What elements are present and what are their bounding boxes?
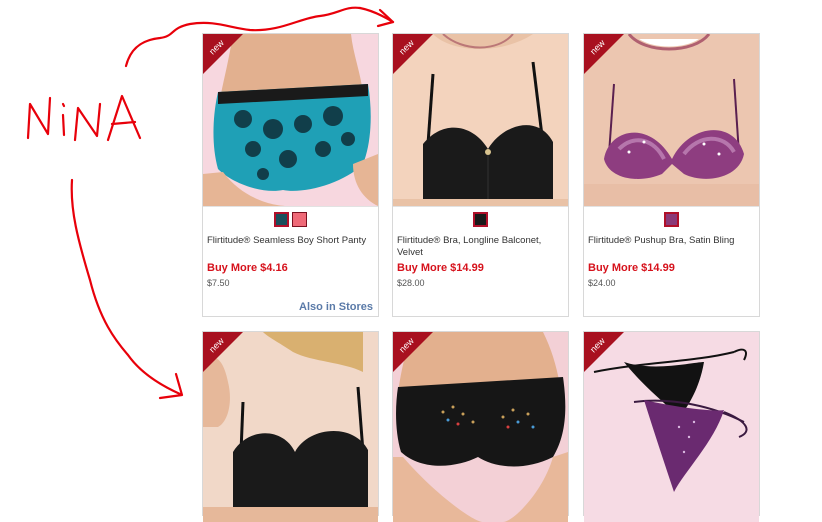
product-image-hipster-row2[interactable]: new — [393, 332, 568, 522]
product-card-boy-short[interactable]: new Flirtitude® Seamless Boy Short Panty… — [202, 33, 379, 317]
product-card-hipster-row2[interactable]: new — [392, 331, 569, 522]
new-badge: new — [584, 34, 624, 74]
sale-price: Buy More $14.99 — [397, 262, 484, 274]
product-image-bra-row2[interactable]: new — [203, 332, 378, 522]
product-title[interactable]: Flirtitude® Bra, Longline Balconet, Velv… — [393, 227, 568, 259]
color-swatches — [393, 207, 568, 227]
swatch-teal[interactable] — [274, 212, 289, 227]
swatch-black[interactable] — [473, 212, 488, 227]
product-card-pushup-bra[interactable]: new Flirtitude® Pushup Bra, Satin Bling … — [583, 33, 760, 317]
original-price: $28.00 — [397, 278, 425, 288]
original-price: $7.50 — [207, 278, 230, 288]
product-image-thong-row2[interactable]: new — [584, 332, 759, 522]
new-badge: new — [584, 332, 624, 372]
product-image-longline-bra[interactable]: new — [393, 34, 568, 207]
swatch-purple[interactable] — [664, 212, 679, 227]
original-price: $24.00 — [588, 278, 616, 288]
product-card-longline-bra[interactable]: new Flirtitude® Bra, Longline Balconet, … — [392, 33, 569, 317]
product-title[interactable]: Flirtitude® Pushup Bra, Satin Bling — [584, 227, 759, 259]
new-badge: new — [203, 34, 243, 74]
product-image-boy-short[interactable]: new — [203, 34, 378, 207]
sale-price: Buy More $4.16 — [207, 262, 288, 274]
also-in-stores-link[interactable]: Also in Stores — [299, 301, 373, 313]
new-badge: new — [203, 332, 243, 372]
product-card-thong-row2[interactable]: new — [583, 331, 760, 522]
color-swatches — [203, 207, 378, 227]
new-badge: new — [393, 34, 433, 74]
product-card-bra-row2[interactable]: new — [202, 331, 379, 522]
new-badge: new — [393, 332, 433, 372]
product-image-pushup-bra[interactable]: new — [584, 34, 759, 207]
product-title[interactable]: Flirtitude® Seamless Boy Short Panty — [203, 227, 378, 259]
swatch-coral[interactable] — [292, 212, 307, 227]
color-swatches — [584, 207, 759, 227]
sale-price: Buy More $14.99 — [588, 262, 675, 274]
